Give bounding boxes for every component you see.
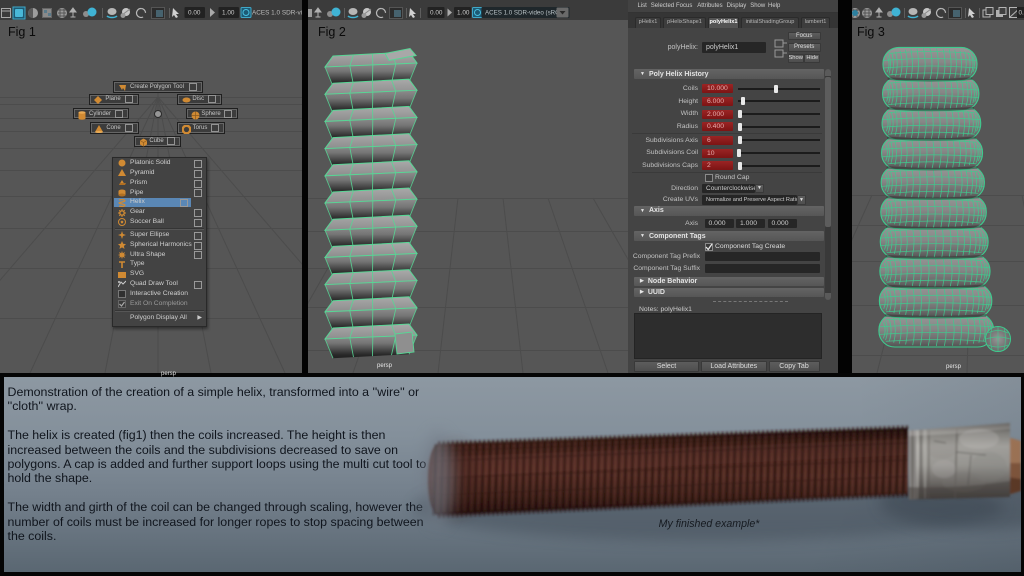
- svg-text:ACES 1.0 SDR-video (sRGB: ACES 1.0 SDR-video (sRGB: [485, 10, 564, 17]
- svg-text:1.00: 1.00: [222, 10, 235, 17]
- svg-text:0.: 0.: [1019, 10, 1024, 17]
- svg-text:ACES 1.0 SDR-vid: ACES 1.0 SDR-vid: [252, 10, 302, 17]
- svg-text:1.00: 1.00: [457, 10, 470, 17]
- svg-text:0.00: 0.00: [430, 10, 443, 17]
- svg-text:0.00: 0.00: [188, 10, 201, 17]
